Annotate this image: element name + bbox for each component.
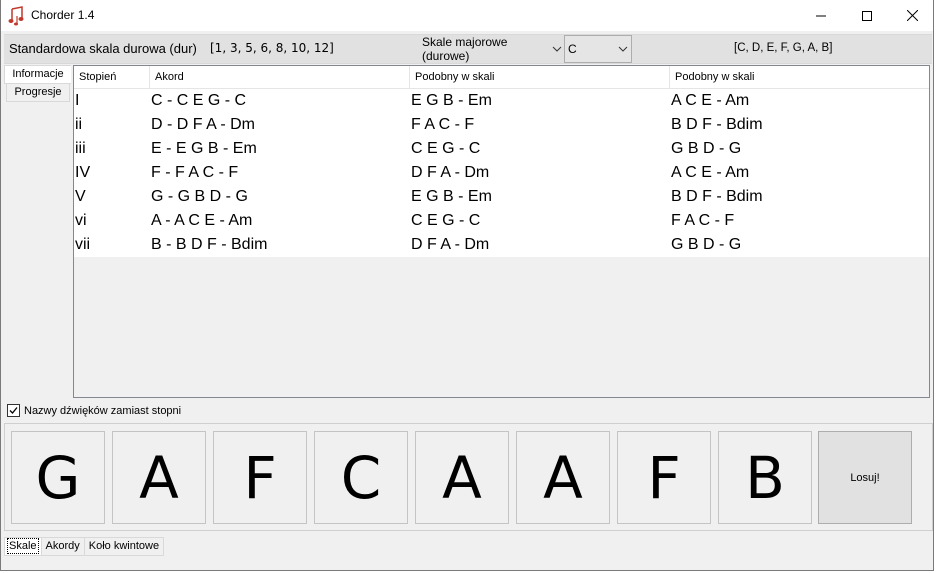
side-tabs: Informacje Progresje (4, 65, 71, 102)
table-row[interactable]: vii B - B D F - Bdim D F A - Dm G B D - G (74, 233, 929, 257)
table-cell: G B D - G (671, 140, 742, 157)
title-bar: Chorder 1.4 (0, 0, 936, 31)
maximize-icon (862, 10, 872, 21)
table-cell: C E G - C (411, 212, 481, 229)
table-body: I C - C E G - C E G B - Em A C E - Am ii D - … (74, 89, 929, 257)
chevron-down-icon (549, 46, 565, 52)
table-cell: B - B D F - Bdim (151, 236, 268, 253)
note-box: B (718, 431, 812, 524)
tab-kolo-kwintowe[interactable]: Koło kwintowe (83, 537, 165, 556)
minimize-icon (816, 15, 826, 16)
note-box: C (314, 431, 408, 524)
key-dropdown[interactable]: C (564, 35, 632, 63)
table-row[interactable]: vi A - A C E - Am C E G - C F A C - F (74, 209, 929, 233)
table-cell: F - F A C - F (151, 164, 239, 181)
table-cell: C E G - C (411, 140, 481, 157)
table-cell: F A C - F (671, 212, 735, 229)
maximize-button[interactable] (844, 0, 890, 31)
close-icon (906, 10, 918, 21)
scale-name: Standardowa skala durowa (dur) (9, 41, 197, 56)
table-row[interactable]: I C - C E G - C E G B - Em A C E - Am (74, 89, 929, 113)
table-cell: A C E - Am (671, 164, 750, 181)
scale-intervals: [1, 3, 5, 6, 8, 10, 12] (210, 41, 334, 55)
note-box: F (617, 431, 711, 524)
note-box: F (213, 431, 307, 524)
table-cell: A - A C E - Am (151, 212, 253, 229)
random-button[interactable]: Losuj! (818, 431, 912, 524)
scale-toolbar: Standardowa skala durowa (dur) [1, 3, 5,… (4, 34, 932, 64)
tab-akordy[interactable]: Akordy (40, 537, 85, 556)
note-box: A (112, 431, 206, 524)
table-cell: IV (75, 164, 91, 181)
bottom-tabs: Skale Akordy Koło kwintowe (4, 537, 165, 556)
table-cell: A C E - Am (671, 92, 750, 109)
table-cell: vii (75, 236, 91, 253)
table-cell: B D F - Bdim (671, 188, 763, 205)
table-cell: G B D - G (671, 236, 742, 253)
table-cell: D - D F A - Dm (151, 116, 255, 133)
tab-skale[interactable]: Skale (4, 537, 42, 556)
scale-notes: [C, D, E, F, G, A, B] (734, 42, 833, 54)
client-area: Standardowa skala durowa (dur) [1, 3, 5,… (1, 31, 934, 571)
note-box: G (11, 431, 105, 524)
table-cell: F A C - F (411, 116, 475, 133)
scale-type-dropdown[interactable]: Skale majorowe (durowe) (415, 35, 565, 63)
notes-panel: BFAACFAG Losuj! (4, 423, 933, 531)
table-cell: B D F - Bdim (671, 116, 763, 133)
table-row[interactable]: iii E - E G B - Em C E G - C G B D - G (74, 137, 929, 161)
tab-informacje[interactable]: Informacje (4, 65, 71, 84)
table-cell: ii (75, 116, 83, 133)
note-names-label: Nazwy dźwięków zamiast stopni (24, 404, 182, 417)
table-header: Stopień Akord Podobny w skali Podobny w … (74, 66, 929, 89)
table-cell: D F A - Dm (411, 164, 490, 181)
key-value: C (568, 42, 577, 56)
tab-progresje[interactable]: Progresje (6, 83, 70, 102)
table-cell: iii (75, 140, 86, 157)
chords-table: Stopień Akord Podobny w skali Podobny w … (73, 65, 930, 398)
table-row[interactable]: ii D - D F A - Dm F A C - F B D F - Bdim (74, 113, 929, 137)
table-cell: G - G B D - G (151, 188, 248, 205)
table-cell: D F A - Dm (411, 236, 490, 253)
table-cell: C - C E G - C (151, 92, 247, 109)
minimize-button[interactable] (798, 0, 844, 31)
note-names-checkbox[interactable] (7, 404, 20, 417)
close-button[interactable] (889, 0, 935, 31)
table-cell: E - E G B - Em (151, 140, 257, 157)
window-title: Chorder 1.4 (31, 8, 95, 22)
column-header[interactable]: Akord (150, 66, 410, 88)
table-cell: E G B - Em (411, 92, 492, 109)
tab-label: Skale (7, 538, 39, 554)
music-notes-icon (8, 6, 28, 26)
column-header[interactable]: Podobny w skali (410, 66, 670, 88)
note-box: A (516, 431, 610, 524)
chevron-down-icon (615, 46, 631, 52)
checkmark-icon (9, 407, 18, 414)
scale-type-value: Skale majorowe (durowe) (422, 35, 508, 63)
note-names-option[interactable]: Nazwy dźwięków zamiast stopni (7, 404, 181, 417)
table-cell: E G B - Em (411, 188, 492, 205)
column-header[interactable]: Podobny w skali (670, 66, 929, 88)
table-cell: vi (75, 212, 87, 229)
column-header[interactable]: Stopień (74, 66, 150, 88)
table-row[interactable]: IV F - F A C - F D F A - Dm A C E - Am (74, 161, 929, 185)
note-box: A (415, 431, 509, 524)
table-cell: I (75, 92, 80, 109)
table-row[interactable]: V G - G B D - G E G B - Em B D F - Bdim (74, 185, 929, 209)
table-cell: V (75, 188, 86, 205)
